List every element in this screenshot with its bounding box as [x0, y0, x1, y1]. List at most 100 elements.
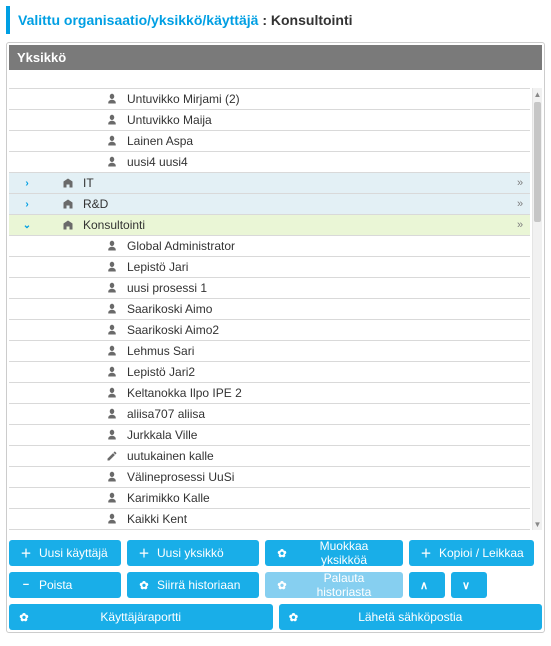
edit-unit-button[interactable]: ✿ Muokkaa yksikköä: [265, 540, 403, 566]
pencil-icon: [105, 449, 119, 463]
collapse-toggle-icon[interactable]: ⌄: [15, 220, 39, 231]
chevron-up-icon: ∧: [417, 578, 431, 592]
person-icon: [105, 281, 119, 295]
tree-user-row[interactable]: ›uusi prosessi 1: [9, 278, 530, 299]
tree-dept-row[interactable]: › R&D»: [9, 194, 530, 215]
person-icon: [105, 323, 119, 337]
breadcrumb-colon: :: [262, 12, 271, 28]
tree-user-row[interactable]: ›Untuvikko Mirjami (2): [9, 89, 530, 110]
person-icon: [105, 92, 119, 106]
new-unit-button[interactable]: ＋ Uusi yksikkö: [127, 540, 259, 566]
person-icon: [105, 491, 119, 505]
tree-user-row[interactable]: ›Lepistö Jari: [9, 257, 530, 278]
delete-button[interactable]: − Poista: [9, 572, 121, 598]
tree-user-row[interactable]: ›Keltanokka Ilpo IPE 2: [9, 383, 530, 404]
unit-tree: ›Untuvikko Mirjami (2)›Untuvikko Maija›L…: [9, 88, 530, 530]
tree-user-row[interactable]: ›Global Administrator: [9, 236, 530, 257]
tree-user-row[interactable]: ›Saarikoski Aimo: [9, 299, 530, 320]
button-label: Kopioi / Leikkaa: [439, 546, 524, 560]
button-label: Lähetä sähköpostia: [358, 610, 462, 624]
tree-user-row[interactable]: ›Lehmus Sari: [9, 341, 530, 362]
plus-icon: ＋: [19, 546, 33, 560]
new-user-button[interactable]: ＋ Uusi käyttäjä: [9, 540, 121, 566]
scroll-thumb[interactable]: [534, 102, 541, 222]
send-email-button[interactable]: ✿ Lähetä sähköpostia: [279, 604, 543, 630]
tree-item-label: Kaikki Kent: [127, 512, 530, 526]
tree-item-label: Jurkkala Ville: [127, 428, 530, 442]
tree-item-label: uutukainen kalle: [127, 449, 530, 463]
expand-toggle-icon[interactable]: ›: [15, 199, 39, 210]
button-label: Siirrä historiaan: [157, 578, 240, 592]
gear-icon: ✿: [275, 578, 289, 592]
person-icon: [105, 365, 119, 379]
section-title: Yksikkö: [9, 45, 542, 70]
tree-user-row[interactable]: ›Jurkkala Ville: [9, 425, 530, 446]
tree-user-row[interactable]: ›Lepistö Jari2: [9, 362, 530, 383]
tree-item-label: Keltanokka Ilpo IPE 2: [127, 386, 530, 400]
person-icon: [105, 302, 119, 316]
user-report-button[interactable]: ✿ Käyttäjäraportti: [9, 604, 273, 630]
building-icon: [61, 176, 75, 190]
tree-item-label: Saarikoski Aimo2: [127, 323, 530, 337]
scroll-up-arrow-icon[interactable]: ▲: [533, 88, 542, 100]
person-icon: [105, 407, 119, 421]
tree-wrap: ›Untuvikko Mirjami (2)›Untuvikko Maija›L…: [9, 88, 542, 530]
more-chevron-icon[interactable]: »: [510, 198, 530, 210]
tree-item-label: Untuvikko Mirjami (2): [127, 92, 530, 106]
plus-icon: ＋: [419, 546, 433, 560]
expand-toggle-icon[interactable]: ›: [15, 178, 39, 189]
tree-item-label: aliisa707 aliisa: [127, 407, 530, 421]
tree-user-row[interactable]: ›Kaikki Kent: [9, 509, 530, 530]
button-label: Poista: [39, 578, 72, 592]
minus-icon: −: [19, 578, 33, 592]
tree-user-row[interactable]: ›Saarikoski Aimo2: [9, 320, 530, 341]
person-icon: [105, 134, 119, 148]
tree-user-row[interactable]: ›Karimikko Kalle: [9, 488, 530, 509]
person-icon: [105, 512, 119, 526]
restore-history-button[interactable]: ✿ Palauta historiasta: [265, 572, 403, 598]
tree-item-label: Konsultointi: [83, 218, 510, 232]
scroll-down-arrow-icon[interactable]: ▼: [533, 518, 542, 530]
move-history-button[interactable]: ✿ Siirrä historiaan: [127, 572, 259, 598]
person-icon: [105, 344, 119, 358]
move-down-button[interactable]: ∨: [451, 572, 487, 598]
breadcrumb-link[interactable]: Valittu organisaatio/yksikkö/käyttäjä: [18, 12, 258, 28]
person-icon: [105, 260, 119, 274]
tree-item-label: Lehmus Sari: [127, 344, 530, 358]
more-chevron-icon[interactable]: »: [510, 177, 530, 189]
tree-item-label: Lepistö Jari: [127, 260, 530, 274]
scrollbar[interactable]: ▲ ▼: [532, 88, 542, 530]
plus-icon: ＋: [137, 546, 151, 560]
tree-item-label: Lepistö Jari2: [127, 365, 530, 379]
gear-icon: ✿: [287, 610, 301, 624]
gear-icon: ✿: [17, 610, 31, 624]
move-up-button[interactable]: ∧: [409, 572, 445, 598]
person-icon: [105, 155, 119, 169]
button-bar: ＋ Uusi käyttäjä ＋ Uusi yksikkö ✿ Muokkaa…: [9, 540, 542, 598]
more-chevron-icon[interactable]: »: [510, 219, 530, 231]
tree-item-label: uusi4 uusi4: [127, 155, 530, 169]
copy-cut-button[interactable]: ＋ Kopioi / Leikkaa: [409, 540, 534, 566]
tree-item-label: R&D: [83, 197, 510, 211]
button-bar-2: ✿ Käyttäjäraportti ✿ Lähetä sähköpostia: [9, 604, 542, 630]
tree-user-row[interactable]: ›uutukainen kalle: [9, 446, 530, 467]
tree-user-row[interactable]: ›aliisa707 aliisa: [9, 404, 530, 425]
tree-item-label: Lainen Aspa: [127, 134, 530, 148]
tree-user-row[interactable]: ›Lainen Aspa: [9, 131, 530, 152]
gear-icon: ✿: [275, 546, 289, 560]
tree-user-row[interactable]: ›Untuvikko Maija: [9, 110, 530, 131]
breadcrumb-current: Konsultointi: [271, 12, 353, 28]
person-icon: [105, 470, 119, 484]
button-label: Palauta historiasta: [295, 571, 393, 599]
tree-user-row[interactable]: ›Välineprosessi UuSi: [9, 467, 530, 488]
button-label: Uusi yksikkö: [157, 546, 224, 560]
tree-dept-row[interactable]: ›IT»: [9, 173, 530, 194]
person-icon: [105, 386, 119, 400]
button-label: Käyttäjäraportti: [100, 610, 181, 624]
tree-item-label: uusi prosessi 1: [127, 281, 530, 295]
button-label: Muokkaa yksikköä: [295, 539, 393, 567]
tree-item-label: Karimikko Kalle: [127, 491, 530, 505]
tree-user-row[interactable]: ›uusi4 uusi4: [9, 152, 530, 173]
button-label: Uusi käyttäjä: [39, 546, 108, 560]
tree-dept-row[interactable]: ⌄ Konsultointi»: [9, 215, 530, 236]
